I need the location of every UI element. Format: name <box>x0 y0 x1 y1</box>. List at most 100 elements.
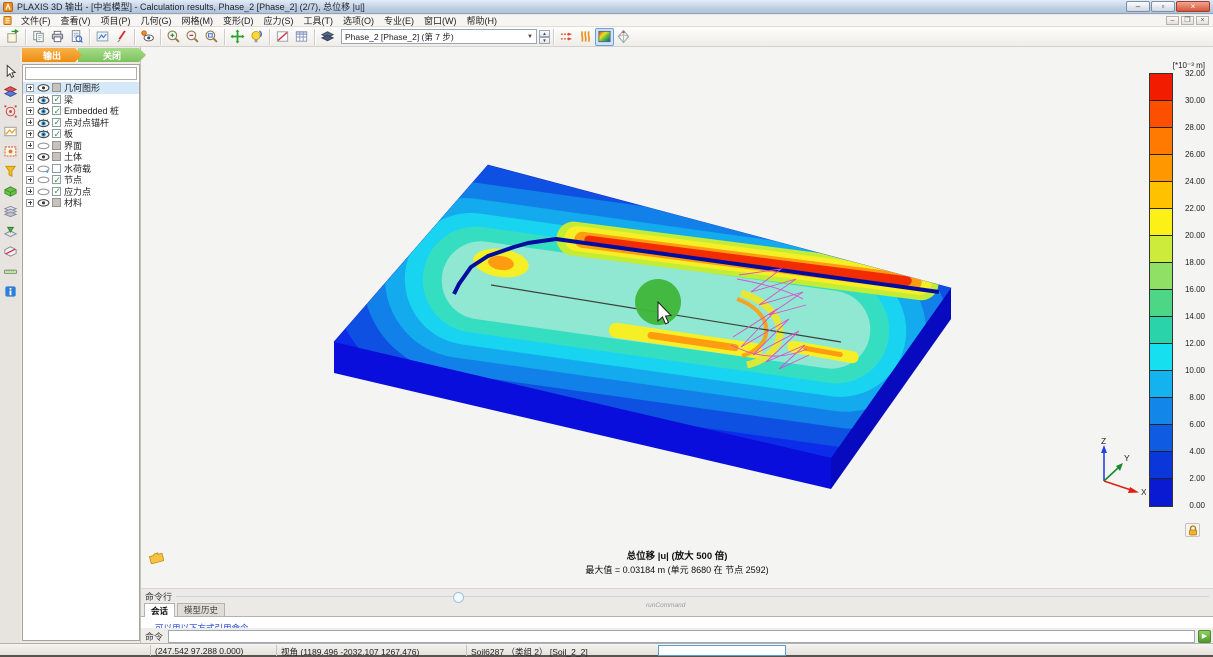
tree-checkbox[interactable] <box>52 187 61 196</box>
expand-icon[interactable] <box>26 187 34 195</box>
info-icon[interactable] <box>2 283 19 299</box>
minimize-button[interactable]: – <box>1126 1 1150 12</box>
visibility-eye-icon[interactable] <box>37 152 50 161</box>
menu-item-变形d[interactable]: 变形(D) <box>218 16 259 26</box>
model-viewport[interactable]: [*10⁻³ m] 32.0030.0028.0026.0024.0022.00… <box>140 47 1213 588</box>
menu-item-几何g[interactable]: 几何(G) <box>136 16 177 26</box>
shading-icon[interactable] <box>595 28 614 46</box>
visibility-eye-icon[interactable] <box>37 106 50 115</box>
iso-surface-icon[interactable] <box>614 28 633 46</box>
phase-dropdown[interactable]: Phase_2 [Phase_2] (第 7 步) ▼ <box>341 29 537 44</box>
visibility-eye-icon[interactable] <box>37 187 50 196</box>
visibility-eye-icon[interactable] <box>37 95 50 104</box>
export-icon[interactable] <box>3 28 22 46</box>
eye-dot-icon[interactable] <box>138 28 157 46</box>
tab-model-history[interactable]: 模型历史 <box>177 603 225 616</box>
tree-checkbox[interactable] <box>52 164 61 173</box>
bulb-icon[interactable] <box>247 28 266 46</box>
menu-item-工具t[interactable]: 工具(T) <box>299 16 339 26</box>
menu-item-应力s[interactable]: 应力(S) <box>259 16 299 26</box>
visibility-eye-icon[interactable] <box>37 175 50 184</box>
expand-icon[interactable] <box>26 84 34 92</box>
zoom-box-icon[interactable] <box>202 28 221 46</box>
expand-icon[interactable] <box>26 164 34 172</box>
layers-dark-icon[interactable] <box>318 28 337 46</box>
spinner-down-icon[interactable]: ▼ <box>539 37 550 44</box>
table-icon[interactable] <box>292 28 311 46</box>
phase-spinner[interactable]: ▲ ▼ <box>539 30 550 44</box>
tree-item-点对点锚杆[interactable]: 点对点锚杆 <box>23 117 139 129</box>
expand-icon[interactable] <box>26 95 34 103</box>
close-button[interactable]: × <box>1176 1 1210 12</box>
tree-checkbox[interactable] <box>52 152 61 161</box>
menu-item-窗口w[interactable]: 窗口(W) <box>419 16 462 26</box>
pen-red-icon[interactable] <box>112 28 131 46</box>
panel-splitter[interactable] <box>176 596 1209 597</box>
expand-icon[interactable] <box>26 176 34 184</box>
slices-icon[interactable] <box>2 203 19 219</box>
tree-checkbox[interactable] <box>52 129 61 138</box>
tree-checkbox[interactable] <box>52 83 61 92</box>
arrows-red-icon[interactable] <box>557 28 576 46</box>
ruler-icon[interactable] <box>2 263 19 279</box>
tree-checkbox[interactable] <box>52 118 61 127</box>
expand-icon[interactable] <box>26 153 34 161</box>
contour-orange-icon[interactable] <box>576 28 595 46</box>
mdi-close-button[interactable]: × <box>1196 16 1209 25</box>
mdi-restore-button[interactable]: ❐ <box>1181 16 1194 25</box>
cursor-icon[interactable] <box>2 63 19 79</box>
visibility-eye-icon[interactable] <box>37 83 50 92</box>
visibility-eye-icon[interactable] <box>37 141 50 150</box>
tree-checkbox[interactable] <box>52 175 61 184</box>
move-icon[interactable] <box>228 28 247 46</box>
visibility-eye-icon[interactable] <box>37 118 50 127</box>
expand-icon[interactable] <box>26 130 34 138</box>
scan-image-icon[interactable] <box>2 123 19 139</box>
spinner-up-icon[interactable]: ▲ <box>539 30 550 37</box>
mdi-minimize-button[interactable]: – <box>1166 16 1179 25</box>
section-box-icon[interactable] <box>2 243 19 259</box>
menu-item-专业e[interactable]: 专业(E) <box>379 16 419 26</box>
tab-close[interactable]: 关闭 <box>78 48 146 62</box>
run-command-button[interactable]: ▶ <box>1198 630 1211 643</box>
tree-checkbox[interactable] <box>52 106 61 115</box>
menu-item-帮助h[interactable]: 帮助(H) <box>462 16 503 26</box>
zoom-out-icon[interactable] <box>183 28 202 46</box>
tab-session[interactable]: 会话 <box>144 603 175 617</box>
expand-icon[interactable] <box>26 118 34 126</box>
folder-icon[interactable] <box>149 552 164 564</box>
model-3d-view[interactable] <box>141 47 1213 588</box>
tree-filter-input[interactable] <box>25 67 137 80</box>
tree-item-材料[interactable]: 材料 <box>23 197 139 209</box>
cross-section-icon[interactable] <box>273 28 292 46</box>
select-rect-icon[interactable] <box>2 143 19 159</box>
legend-lock-button[interactable] <box>1185 523 1200 537</box>
command-input[interactable] <box>168 630 1195 643</box>
menu-item-文件f[interactable]: 文件(F) <box>16 16 56 26</box>
tab-output[interactable]: 输出 <box>22 48 82 62</box>
soil-box-icon[interactable] <box>2 183 19 199</box>
tree-item-几何图形[interactable]: 几何图形 <box>23 82 139 94</box>
visibility-eye-icon[interactable] <box>37 129 50 138</box>
report-icon[interactable] <box>67 28 86 46</box>
menu-item-查看v[interactable]: 查看(V) <box>56 16 96 26</box>
visibility-eye-icon[interactable] <box>37 198 50 207</box>
expand-icon[interactable] <box>26 141 34 149</box>
section-tri-icon[interactable] <box>2 223 19 239</box>
select-points-icon[interactable] <box>2 103 19 119</box>
print-icon[interactable] <box>48 28 67 46</box>
tree-checkbox[interactable] <box>52 198 61 207</box>
menu-item-项目p[interactable]: 项目(P) <box>96 16 136 26</box>
section-planes-icon[interactable] <box>2 83 19 99</box>
visibility-eye-icon[interactable] <box>37 164 50 173</box>
copy-icon[interactable] <box>29 28 48 46</box>
tree-checkbox[interactable] <box>52 95 61 104</box>
maximize-button[interactable]: ▫ <box>1151 1 1175 12</box>
tree-checkbox[interactable] <box>52 141 61 150</box>
frame-chart-icon[interactable] <box>93 28 112 46</box>
menu-item-网格m[interactable]: 网格(M) <box>177 16 219 26</box>
expand-icon[interactable] <box>26 107 34 115</box>
panel-collapse-handle[interactable] <box>453 592 464 603</box>
zoom-in-icon[interactable] <box>164 28 183 46</box>
menu-item-选项o[interactable]: 选项(O) <box>338 16 379 26</box>
